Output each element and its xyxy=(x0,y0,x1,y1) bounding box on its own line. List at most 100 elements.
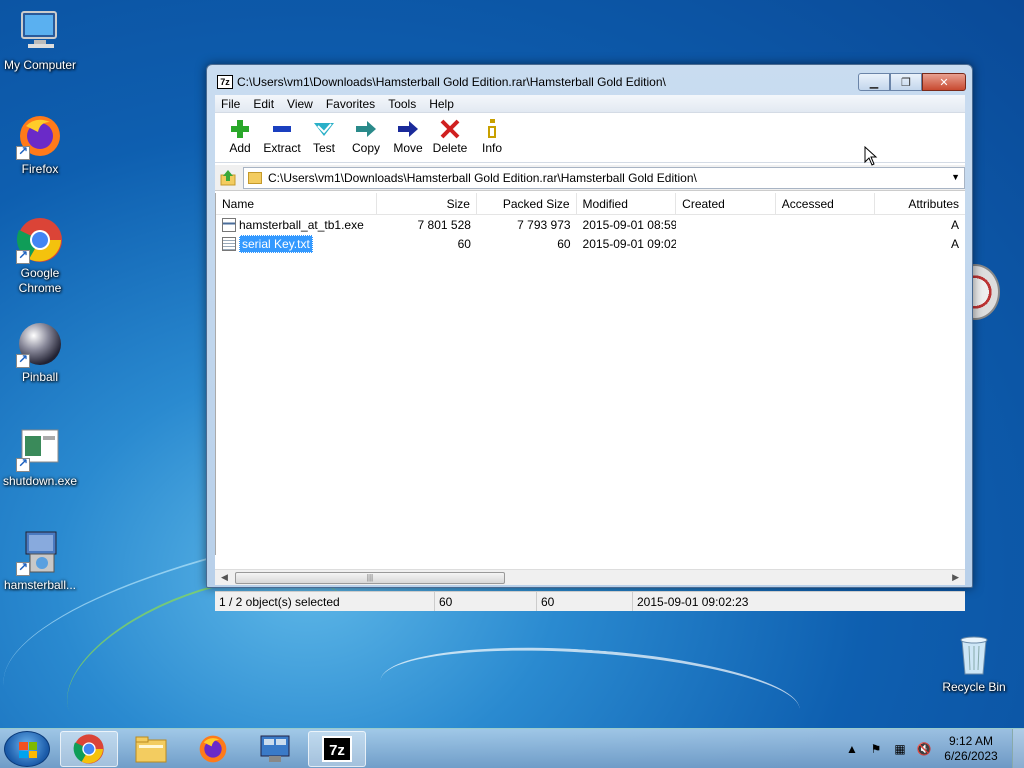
file-attributes: A xyxy=(951,217,960,232)
taskbar-control-panel[interactable] xyxy=(246,731,304,767)
delete-button[interactable]: Delete xyxy=(429,117,471,162)
restore-icon: ❐ xyxy=(901,76,911,89)
show-desktop-button[interactable] xyxy=(1012,729,1024,768)
address-input[interactable]: C:\Users\vm1\Downloads\Hamsterball Gold … xyxy=(243,166,965,189)
desktop-icon-hamsterball[interactable]: hamsterball... xyxy=(0,528,80,593)
arrow-right-icon xyxy=(345,117,387,141)
clock-date: 6/26/2023 xyxy=(944,749,998,763)
desktop-icon-my-computer[interactable]: My Computer xyxy=(0,8,80,73)
menu-edit[interactable]: Edit xyxy=(253,97,274,111)
firefox-icon xyxy=(16,112,64,160)
column-header-packed-size[interactable]: Packed Size xyxy=(477,193,577,214)
clock-time: 9:12 AM xyxy=(948,734,994,748)
file-row[interactable]: hamsterball_at_tb1.exe 7 801 528 7 793 9… xyxy=(216,215,965,234)
column-header-created[interactable]: Created xyxy=(676,193,776,214)
extract-label: Extract xyxy=(263,141,301,155)
recycle-bin-icon xyxy=(950,630,998,678)
firefox-icon xyxy=(199,735,227,763)
status-modified: 2015-09-01 09:02:23 xyxy=(637,594,749,609)
list-header: Name Size Packed Size Modified Created A… xyxy=(216,193,965,215)
desktop-icon-label: Recycle Bin xyxy=(942,680,1006,694)
up-folder-button[interactable] xyxy=(217,167,239,189)
network-icon[interactable]: ▦ xyxy=(892,741,908,757)
toolbar: Add Extract Test Copy Move Delete Info xyxy=(215,113,965,163)
minimize-button[interactable]: ▁ xyxy=(858,73,890,91)
status-size: 60 xyxy=(435,592,537,611)
clock[interactable]: 9:12 AM 6/26/2023 xyxy=(936,734,1006,764)
scroll-left-icon[interactable]: ◀ xyxy=(221,572,228,583)
file-modified: 2015-09-01 09:02 xyxy=(582,236,677,251)
file-size: 60 xyxy=(457,236,471,251)
start-button[interactable] xyxy=(4,731,50,767)
extract-button[interactable]: Extract xyxy=(261,117,303,162)
move-button[interactable]: Move xyxy=(387,117,429,162)
window-title: C:\Users\vm1\Downloads\Hamsterball Gold … xyxy=(237,75,666,89)
test-label: Test xyxy=(312,141,335,155)
7zip-window: 7z C:\Users\vm1\Downloads\Hamsterball Go… xyxy=(206,64,973,611)
chevron-down-icon[interactable]: ▼ xyxy=(951,172,960,182)
info-button[interactable]: Info xyxy=(471,117,513,162)
add-label: Add xyxy=(229,141,251,155)
menu-help[interactable]: Help xyxy=(429,97,454,111)
shortcut-arrow-icon xyxy=(16,352,30,368)
check-icon xyxy=(303,117,345,141)
exe-file-icon xyxy=(222,217,236,232)
taskbar: 7z ▲ ⚑ ▦ 🔇 9:12 AM 6/26/2023 xyxy=(0,728,1024,768)
file-list[interactable]: Name Size Packed Size Modified Created A… xyxy=(215,193,965,555)
folder-icon xyxy=(248,171,262,184)
copy-button[interactable]: Copy xyxy=(345,117,387,162)
7zip-app-icon: 7z xyxy=(322,736,352,762)
7zip-app-icon: 7z xyxy=(217,75,233,89)
taskbar-firefox[interactable] xyxy=(184,731,242,767)
maximize-button[interactable]: ❐ xyxy=(890,73,922,91)
scroll-right-icon[interactable]: ▶ xyxy=(952,572,959,583)
desktop-icon-recycle-bin[interactable]: Recycle Bin xyxy=(934,630,1014,695)
file-name: serial Key.txt xyxy=(239,234,313,253)
control-panel-icon xyxy=(260,735,290,762)
file-row-selected[interactable]: serial Key.txt 60 60 2015-09-01 09:02 A xyxy=(216,234,965,253)
column-header-attributes[interactable]: Attributes xyxy=(875,193,965,214)
taskbar-explorer[interactable] xyxy=(122,731,180,767)
shortcut-arrow-icon xyxy=(16,456,30,472)
volume-muted-icon[interactable]: 🔇 xyxy=(916,741,932,757)
file-attributes: A xyxy=(951,236,960,251)
system-tray: ▲ ⚑ ▦ 🔇 9:12 AM 6/26/2023 xyxy=(840,729,1024,768)
menu-tools[interactable]: Tools xyxy=(388,97,416,111)
column-header-name[interactable]: Name xyxy=(216,193,378,214)
status-selection: 1 / 2 object(s) selected xyxy=(215,592,435,611)
add-button[interactable]: Add xyxy=(219,117,261,162)
desktop-icon-label: My Computer xyxy=(3,58,77,72)
desktop-icon-label: Google Chrome xyxy=(18,266,62,295)
minimize-icon: ▁ xyxy=(869,76,879,89)
move-label: Move xyxy=(393,141,423,155)
desktop-icon-pinball[interactable]: Pinball xyxy=(0,320,80,385)
taskbar-chrome[interactable] xyxy=(60,731,118,767)
desktop-icon-label: hamsterball... xyxy=(3,578,77,592)
show-hidden-icons-chevron-up-icon[interactable]: ▲ xyxy=(844,741,860,757)
column-header-modified[interactable]: Modified xyxy=(577,193,677,214)
action-center-flag-icon[interactable]: ⚑ xyxy=(868,741,884,757)
address-text: C:\Users\vm1\Downloads\Hamsterball Gold … xyxy=(268,170,697,185)
desktop-icon-shutdown-exe[interactable]: shutdown.exe xyxy=(0,424,80,489)
close-button[interactable]: ✕ xyxy=(922,73,966,91)
scrollbar-thumb[interactable]: ||| xyxy=(235,572,505,584)
pinball-icon xyxy=(16,320,64,368)
desktop-icon-google-chrome[interactable]: Google Chrome xyxy=(0,216,80,296)
arrow-right-icon xyxy=(387,117,429,141)
title-bar[interactable]: 7z C:\Users\vm1\Downloads\Hamsterball Go… xyxy=(207,65,972,95)
taskbar-7zip[interactable]: 7z xyxy=(308,731,366,767)
desktop-icon-label: Firefox xyxy=(21,162,59,176)
status-bar: 1 / 2 object(s) selected 60 60 2015-09-0… xyxy=(215,591,965,611)
horizontal-scrollbar[interactable]: ◀ ||| ▶ xyxy=(215,569,965,585)
column-header-accessed[interactable]: Accessed xyxy=(776,193,876,214)
folder-icon xyxy=(135,736,167,763)
menu-favorites[interactable]: Favorites xyxy=(326,97,375,111)
desktop-icon-firefox[interactable]: Firefox xyxy=(0,112,80,177)
info-icon xyxy=(471,117,513,141)
chrome-icon xyxy=(16,216,64,264)
column-header-size[interactable]: Size xyxy=(377,193,477,214)
menu-view[interactable]: View xyxy=(287,97,313,111)
menu-file[interactable]: File xyxy=(221,97,240,111)
test-button[interactable]: Test xyxy=(303,117,345,162)
shortcut-arrow-icon xyxy=(16,560,30,576)
